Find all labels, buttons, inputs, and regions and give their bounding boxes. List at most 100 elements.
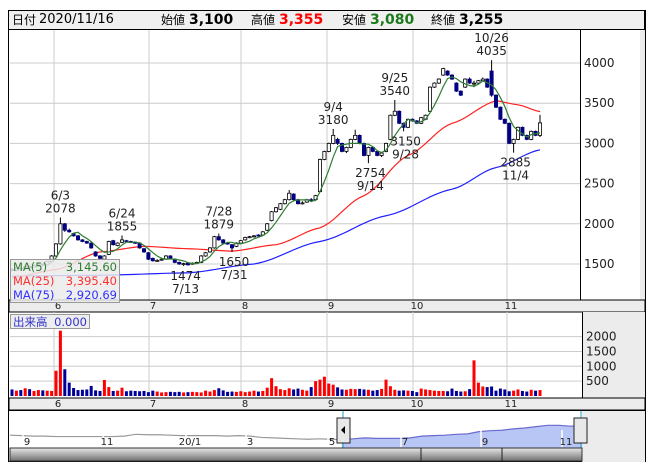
- month-label: 7: [150, 301, 156, 312]
- volume-bar: [107, 387, 111, 396]
- volume-bar: [23, 388, 27, 396]
- volume-bar: [133, 390, 137, 396]
- candle-up: [54, 243, 59, 257]
- candle-up: [511, 138, 516, 144]
- volume-bar: [393, 389, 397, 396]
- volume-bar: [50, 390, 54, 396]
- candle-down: [507, 122, 512, 144]
- volume-bar: [72, 387, 76, 396]
- volume-bar: [534, 390, 538, 396]
- candle-down: [375, 151, 380, 156]
- volume-tick-label: 500: [586, 374, 609, 388]
- candle-up: [269, 211, 274, 221]
- volume-bar: [208, 391, 212, 396]
- candle-down: [76, 235, 81, 241]
- navigator-label: 9: [482, 437, 488, 448]
- candle-down: [168, 255, 173, 259]
- volume-bar: [274, 386, 278, 396]
- annotation-value: 1855: [107, 219, 138, 233]
- candle-up: [212, 236, 217, 249]
- candle-up: [278, 203, 283, 210]
- volume-bar: [498, 388, 502, 396]
- candle-down: [141, 248, 146, 253]
- annotation-value: 2754: [355, 166, 386, 180]
- scrollbar-track[interactable]: [9, 447, 583, 462]
- candle-up: [282, 199, 287, 205]
- candle-up: [265, 223, 270, 231]
- candle-up: [436, 78, 441, 84]
- volume-bar: [476, 382, 480, 396]
- volume-bar: [204, 390, 208, 396]
- volume-bar: [366, 389, 370, 396]
- annotation-value: 1650: [219, 255, 250, 269]
- volume-bar: [322, 376, 326, 396]
- candle-up: [344, 147, 349, 152]
- volume-bar: [331, 384, 335, 396]
- close-label: 終値: [431, 13, 456, 27]
- candle-down: [445, 70, 450, 76]
- annotation-date: 6/24: [109, 206, 136, 220]
- annotation-value: 3180: [318, 113, 349, 127]
- volume-bar: [314, 381, 318, 396]
- volume-label: 出来高: [13, 315, 48, 329]
- ma5-legend: MA(5) 3,145.60: [11, 260, 119, 274]
- volume-bar: [168, 391, 172, 396]
- candle-down: [502, 118, 507, 124]
- volume-bar: [124, 391, 128, 396]
- navigator-right-handle[interactable]: [573, 417, 588, 444]
- volume-bar: [45, 390, 49, 396]
- volume-bar: [459, 391, 463, 396]
- volume-bar: [419, 388, 423, 396]
- annotation-value: 2078: [45, 202, 76, 216]
- open-label: 始値: [161, 13, 186, 27]
- volume-bar: [256, 391, 260, 396]
- price-axis-edge: [640, 30, 645, 300]
- volume-tick-label: 1500: [586, 344, 617, 358]
- volume-bar: [437, 390, 441, 396]
- volume-bar: [344, 389, 348, 396]
- month-label: 9: [328, 399, 334, 410]
- volume-bar: [454, 390, 458, 396]
- volume-bar: [525, 391, 529, 396]
- volume-bar: [318, 379, 322, 396]
- candle-up: [181, 263, 186, 265]
- volume-bar: [41, 390, 45, 396]
- volume-bar: [336, 387, 340, 396]
- annotation-date: 7/31: [221, 268, 248, 282]
- candle-up: [243, 237, 248, 241]
- volume-bar: [283, 390, 287, 396]
- volume-bar: [287, 388, 291, 396]
- annotation-date: 11/4: [502, 169, 529, 183]
- price-tick-label: 3000: [584, 136, 615, 150]
- volume-bar: [173, 392, 177, 396]
- month-label: 8: [242, 301, 248, 312]
- volume-bar: [265, 387, 269, 396]
- volume-bar: [76, 390, 80, 396]
- volume-bar: [538, 390, 542, 396]
- candle-down: [467, 78, 472, 84]
- annotation-date: 6/3: [51, 189, 70, 203]
- candle-up: [432, 82, 437, 88]
- candle-down: [493, 94, 498, 108]
- volume-bar: [362, 389, 366, 396]
- candle-down: [93, 251, 98, 257]
- volume-bar: [463, 391, 467, 396]
- volume-bar: [380, 388, 384, 396]
- volume-bar: [164, 392, 168, 396]
- annotation-date: 9/14: [357, 179, 384, 193]
- stock-chart-window: 4000 3500 3000 2500 2000 1500 6 7 8 9 10 11 2000 15…: [0, 0, 653, 470]
- low-label: 安値: [342, 13, 367, 27]
- volume-bar: [270, 378, 274, 396]
- volume-bar: [340, 389, 344, 396]
- volume-bar: [151, 390, 155, 396]
- volume-bar: [14, 390, 18, 396]
- candle-down: [397, 110, 402, 124]
- volume-bar: [102, 379, 106, 396]
- ma25-legend: MA(25) 3,395.40: [11, 274, 119, 288]
- volume-bar: [353, 389, 357, 396]
- candle-up: [203, 252, 208, 257]
- high-label: 高値: [251, 13, 276, 27]
- candle-up: [207, 247, 212, 253]
- ma5-value: 3,145.60: [65, 260, 117, 274]
- candle-up: [317, 159, 322, 193]
